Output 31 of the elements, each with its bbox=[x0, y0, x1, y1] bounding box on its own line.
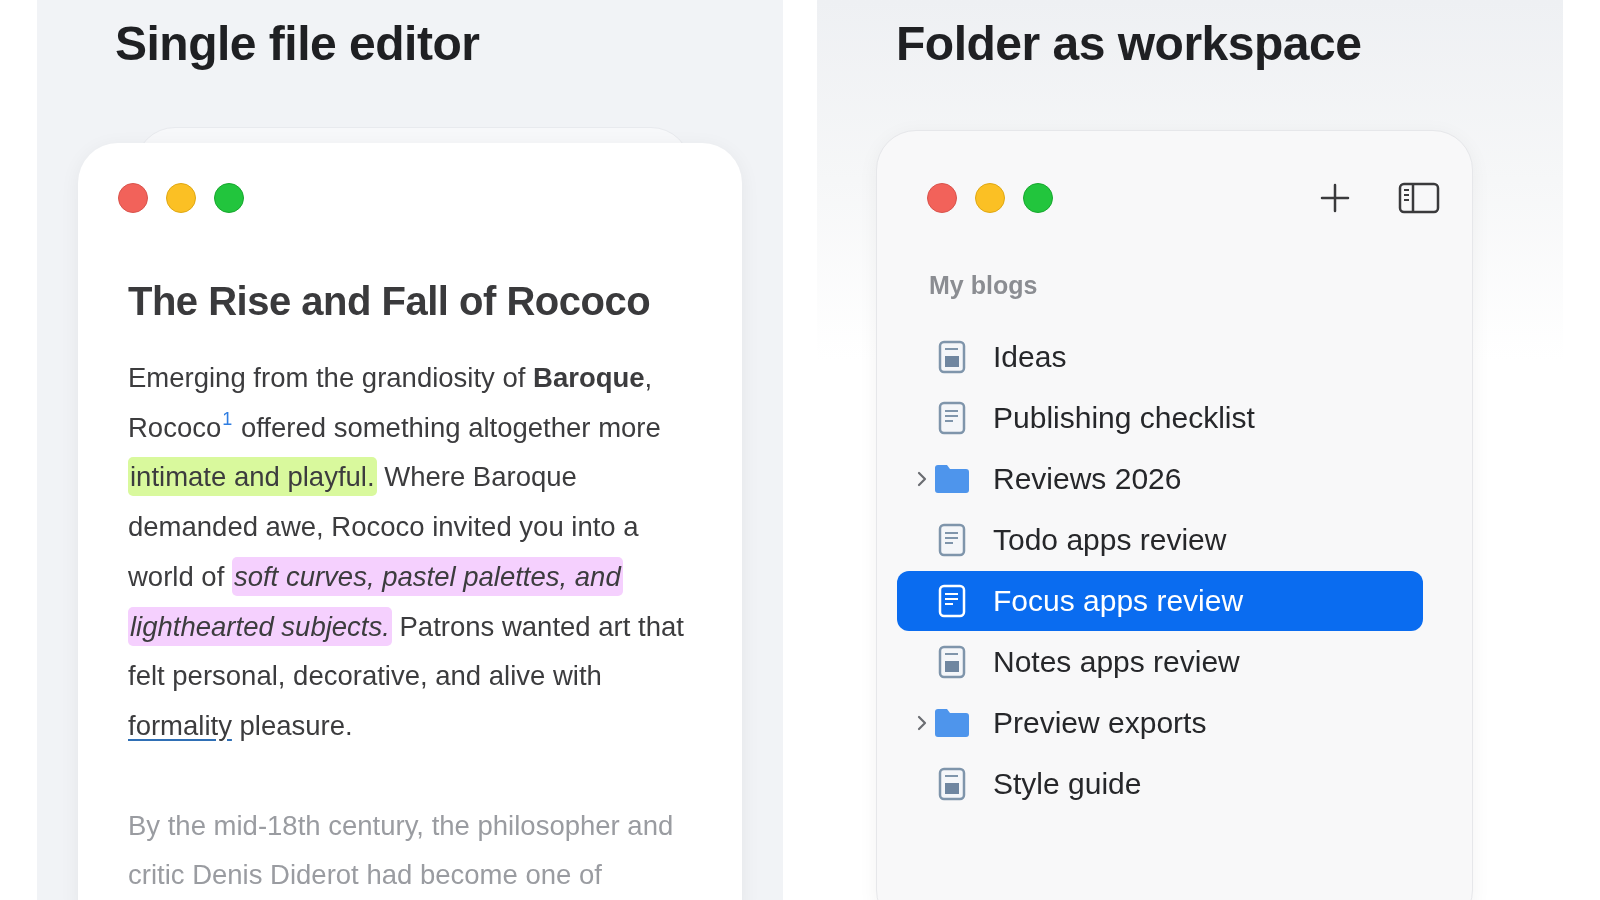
document-icon bbox=[938, 522, 966, 557]
folder-icon bbox=[933, 462, 971, 495]
close-button[interactable] bbox=[118, 183, 148, 213]
sidebar-item[interactable]: Publishing checklist bbox=[897, 387, 1423, 448]
text-link[interactable]: formality bbox=[128, 709, 232, 741]
sidebar-item[interactable]: Notes apps review bbox=[897, 631, 1423, 692]
sidebar-item[interactable]: Reviews 2026 bbox=[897, 448, 1423, 509]
section-heading: My blogs bbox=[929, 270, 1039, 301]
zoom-button[interactable] bbox=[214, 183, 244, 213]
sidebar-item[interactable]: Preview exports bbox=[897, 692, 1423, 753]
note-icon bbox=[938, 766, 966, 801]
note-icon bbox=[938, 339, 966, 374]
body-paragraph: Emerging from the grandiosity of Baroque, Rococo$^{1}$ offered something altogether more intimate and playful. Where Baroque demanded awe, Rococo invited you into a world of soft curves, pastel palettes, and lighthearted subjects. Patrons wanted art that felt personal, decorative, and alive with formality pleasure. bbox=[128, 361, 685, 743]
zoom-button[interactable] bbox=[1023, 183, 1053, 213]
sidebar-item[interactable]: Style guide bbox=[897, 753, 1423, 814]
sidebar-item[interactable]: Todo apps review bbox=[897, 509, 1423, 570]
sidebar-item[interactable]: Ideas bbox=[897, 326, 1423, 387]
close-button[interactable] bbox=[927, 183, 957, 213]
minimize-button[interactable] bbox=[975, 183, 1005, 213]
sidebar-toggle-icon bbox=[1398, 182, 1440, 214]
document-icon bbox=[938, 400, 966, 435]
panel-title: Single file editor bbox=[115, 16, 480, 72]
panel-title: Folder as workspace bbox=[896, 16, 1362, 72]
note-icon bbox=[938, 644, 966, 679]
sidebar-item[interactable]: Focus apps review bbox=[897, 570, 1423, 631]
document-icon bbox=[938, 583, 966, 618]
add-icon bbox=[1320, 183, 1350, 213]
minimize-button[interactable] bbox=[166, 183, 196, 213]
document-heading: The Rise and Fall of Rococo bbox=[128, 278, 652, 325]
body-paragraph: By the mid-18th century, the philosopher and critic Denis Diderot had become one of bbox=[128, 808, 675, 893]
folder-icon bbox=[933, 706, 971, 739]
